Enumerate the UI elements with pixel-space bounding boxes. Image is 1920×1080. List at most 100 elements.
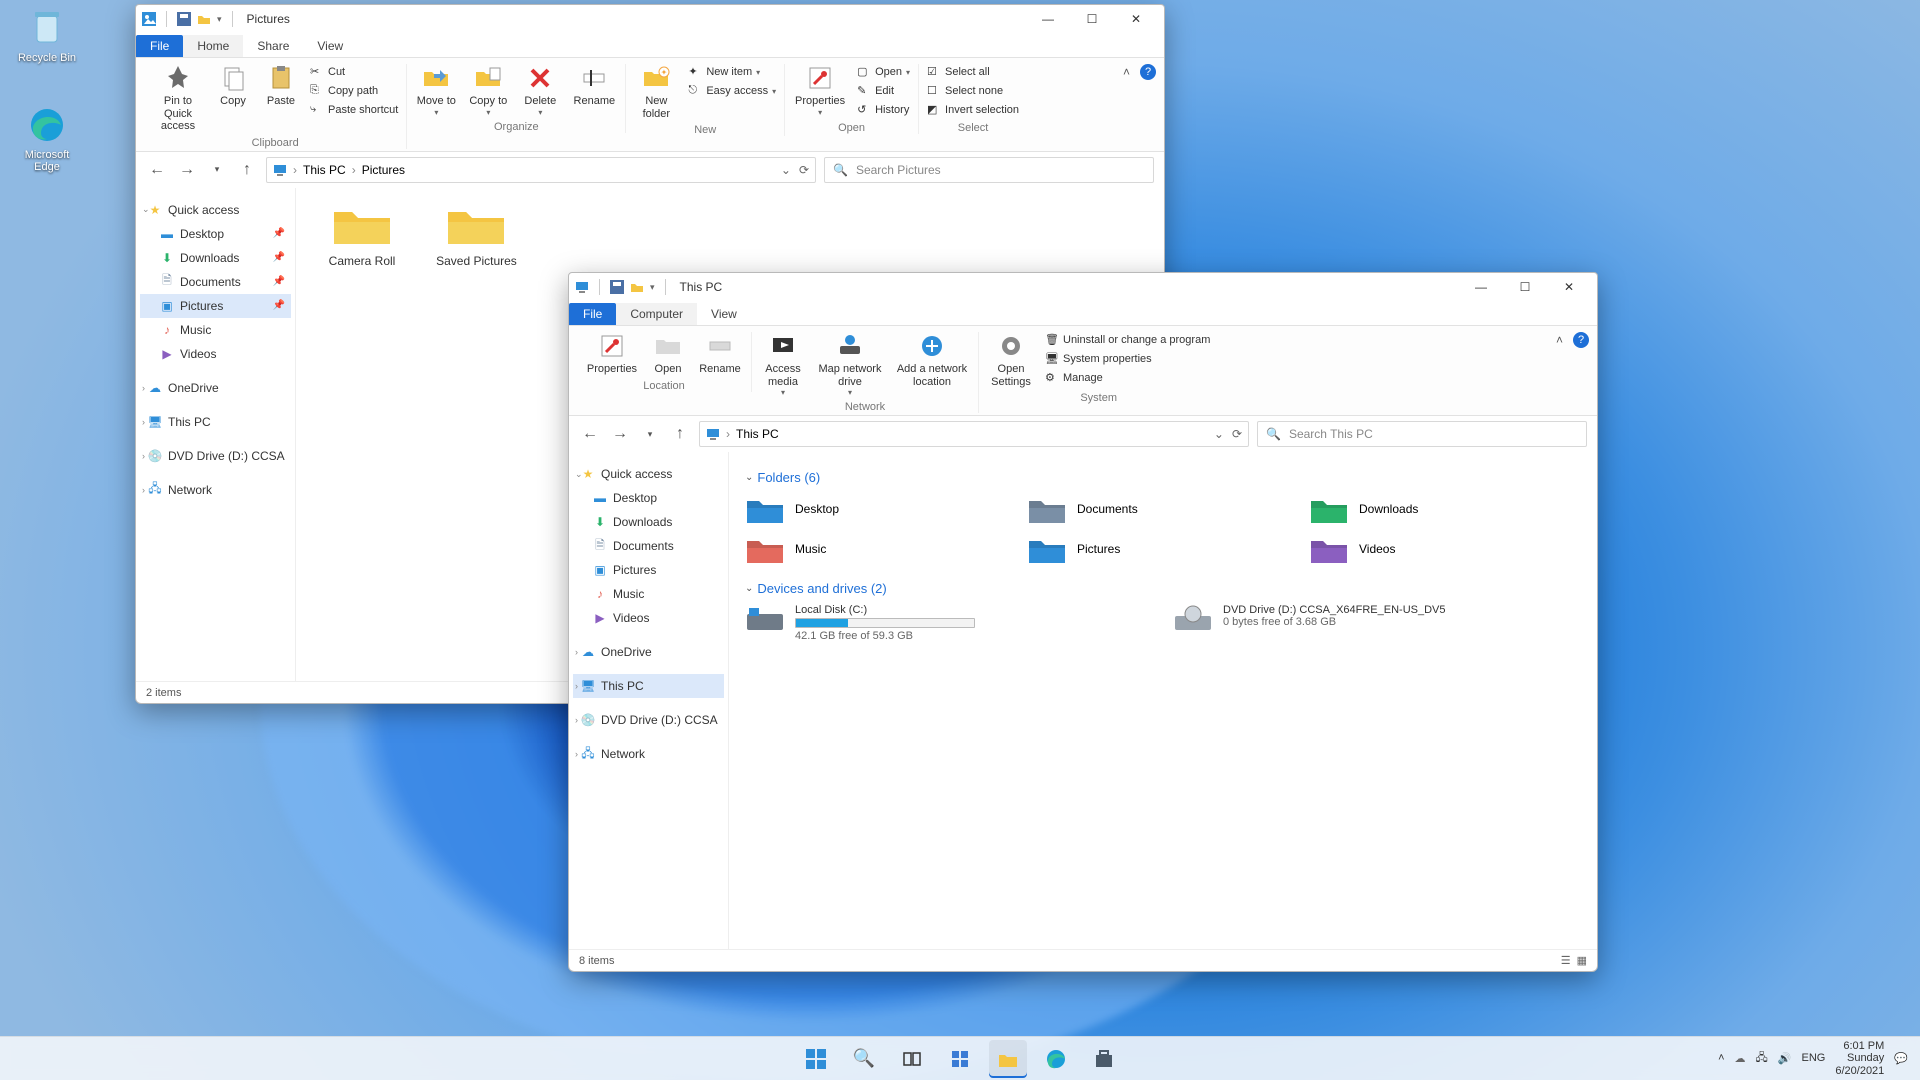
close-button[interactable]: ✕ [1114,5,1158,33]
chevron-right-icon[interactable]: › [293,163,297,177]
taskbar-search-button[interactable]: 🔍 [845,1040,883,1078]
edit-button[interactable]: ✎Edit [855,83,912,99]
navigation-pane[interactable]: ⌄★Quick access ▬Desktop ⬇Downloads 🗎Docu… [569,452,729,949]
maximize-button[interactable]: ☐ [1070,5,1114,33]
cut-button[interactable]: ✂Cut [308,64,400,80]
addr-dropdown-icon[interactable]: ⌄ [1214,427,1224,441]
taskbar-widgets-button[interactable] [941,1040,979,1078]
library-folder-music[interactable]: Music [745,533,1017,565]
open-settings-button[interactable]: Open Settings [985,332,1037,388]
nav-network[interactable]: ›🖧Network [140,478,291,502]
copy-to-button[interactable]: Copy to▾ [465,64,511,117]
tray-notifications-icon[interactable]: 💬 [1894,1052,1908,1065]
search-box[interactable]: 🔍 Search This PC [1257,421,1587,447]
nav-onedrive[interactable]: ›☁OneDrive [140,376,291,400]
maximize-button[interactable]: ☐ [1503,273,1547,301]
library-folder-pictures[interactable]: Pictures [1027,533,1299,565]
view-details-icon[interactable]: ☰ [1561,954,1571,967]
nav-back-button[interactable]: ← [579,423,601,445]
navigation-pane[interactable]: ⌄★Quick access ▬Desktop📌 ⬇Downloads📌 🗎Do… [136,188,296,681]
tray-chevron-icon[interactable]: ˄ [1718,1052,1724,1064]
titlebar[interactable]: ▾ This PC — ☐ ✕ [569,273,1597,301]
nav-this-pc[interactable]: ›🖥This PC [573,674,724,698]
uninstall-program-button[interactable]: 🗑Uninstall or change a program [1043,332,1212,348]
open-button[interactable]: ▢Open▾ [855,64,912,80]
select-none-button[interactable]: ☐Select none [925,83,1021,99]
rename-button[interactable]: Rename [695,332,745,376]
library-folder-desktop[interactable]: Desktop [745,493,1017,525]
section-drives[interactable]: ⌄Devices and drives (2) [745,581,1581,596]
library-folder-videos[interactable]: Videos [1309,533,1581,565]
easy-access-button[interactable]: ⎋Easy access▾ [686,83,778,99]
addr-dropdown-icon[interactable]: ⌄ [781,163,791,177]
invert-selection-button[interactable]: ◩Invert selection [925,102,1021,118]
properties-button[interactable]: Properties▾ [791,64,849,117]
search-box[interactable]: 🔍 Search Pictures [824,157,1154,183]
chevron-right-icon[interactable]: › [352,163,356,177]
rename-button[interactable]: Rename [569,64,619,108]
tray-clock[interactable]: 6:01 PM Sunday 6/20/2021 [1835,1040,1884,1078]
nav-up-button[interactable]: ↑ [669,423,691,445]
manage-button[interactable]: ⚙Manage [1043,370,1212,386]
paste-shortcut-button[interactable]: ⤷Paste shortcut [308,102,400,118]
tab-view[interactable]: View [697,303,751,325]
qat-save-icon[interactable] [177,12,191,26]
taskbar[interactable]: 🔍 ˄ ☁ 🖧 🔊 ENG 6:01 PM Sunday 6/20/2021 💬 [0,1036,1920,1080]
tab-view[interactable]: View [303,35,357,57]
move-to-button[interactable]: Move to▾ [413,64,459,117]
pin-quick-access-button[interactable]: Pin to Quick access [150,64,206,133]
nav-forward-button[interactable]: → [176,159,198,181]
library-folder-documents[interactable]: Documents [1027,493,1299,525]
refresh-icon[interactable]: ⟳ [1232,427,1242,441]
nav-quick-access[interactable]: ⌄★Quick access [573,462,724,486]
folder-saved-pictures[interactable]: Saved Pictures [426,200,526,268]
nav-desktop[interactable]: ▬Desktop📌 [140,222,291,246]
properties-button[interactable]: Properties [583,332,641,376]
drive-dvd-d[interactable]: DVD Drive (D:) CCSA_X64FRE_EN-US_DV50 by… [1173,604,1581,642]
view-large-icon[interactable]: ▦ [1577,954,1587,967]
help-icon[interactable]: ? [1573,332,1589,348]
nav-pictures[interactable]: ▣Pictures📌 [140,294,291,318]
qat-save-icon[interactable] [610,280,624,294]
breadcrumb-this-pc[interactable]: This PC [736,427,779,441]
tray-language[interactable]: ENG [1802,1052,1826,1064]
tab-computer[interactable]: Computer [616,303,697,325]
taskbar-store-button[interactable] [1085,1040,1123,1078]
tray-onedrive-icon[interactable]: ☁ [1735,1052,1746,1065]
nav-music[interactable]: ♪Music [140,318,291,342]
content-pane[interactable]: ⌄Folders (6) Desktop Documents Downloads Mu… [729,452,1597,949]
refresh-icon[interactable]: ⟳ [799,163,809,177]
nav-network[interactable]: ›🖧Network [573,742,724,766]
tab-file[interactable]: File [136,35,183,57]
new-folder-button[interactable]: ✦New folder [632,64,680,120]
nav-downloads[interactable]: ⬇Downloads📌 [140,246,291,270]
nav-documents[interactable]: 🗎Documents [573,534,724,558]
paste-button[interactable]: Paste [260,64,302,108]
library-folder-downloads[interactable]: Downloads [1309,493,1581,525]
delete-button[interactable]: Delete▾ [517,64,563,117]
qat-folder-icon[interactable] [630,280,644,294]
qat-dropdown-icon[interactable]: ▾ [217,14,222,25]
copy-button[interactable]: Copy [212,64,254,108]
section-folders[interactable]: ⌄Folders (6) [745,470,1581,485]
ribbon-collapse-icon[interactable]: ˄ [1123,65,1130,79]
ribbon-collapse-icon[interactable]: ˄ [1556,333,1563,347]
nav-videos[interactable]: ▶Videos [140,342,291,366]
map-drive-button[interactable]: Map network drive▾ [814,332,886,397]
close-button[interactable]: ✕ [1547,273,1591,301]
titlebar[interactable]: ▾ Pictures — ☐ ✕ [136,5,1164,33]
nav-documents[interactable]: 🗎Documents📌 [140,270,291,294]
breadcrumb-pictures[interactable]: Pictures [362,163,405,177]
window-this-pc[interactable]: ▾ This PC — ☐ ✕ File Computer View ˄ ? P… [568,272,1598,972]
desktop-icon-edge[interactable]: Microsoft Edge [12,105,82,173]
system-properties-button[interactable]: 🖥System properties [1043,351,1212,367]
minimize-button[interactable]: — [1026,5,1070,33]
nav-back-button[interactable]: ← [146,159,168,181]
add-network-location-button[interactable]: Add a network location [892,332,972,388]
tab-file[interactable]: File [569,303,616,325]
nav-quick-access[interactable]: ⌄★Quick access [140,198,291,222]
nav-recent-button[interactable]: ▾ [639,423,661,445]
nav-music[interactable]: ♪Music [573,582,724,606]
drive-local-c[interactable]: Local Disk (C:)42.1 GB free of 59.3 GB [745,604,1153,642]
nav-desktop[interactable]: ▬Desktop [573,486,724,510]
